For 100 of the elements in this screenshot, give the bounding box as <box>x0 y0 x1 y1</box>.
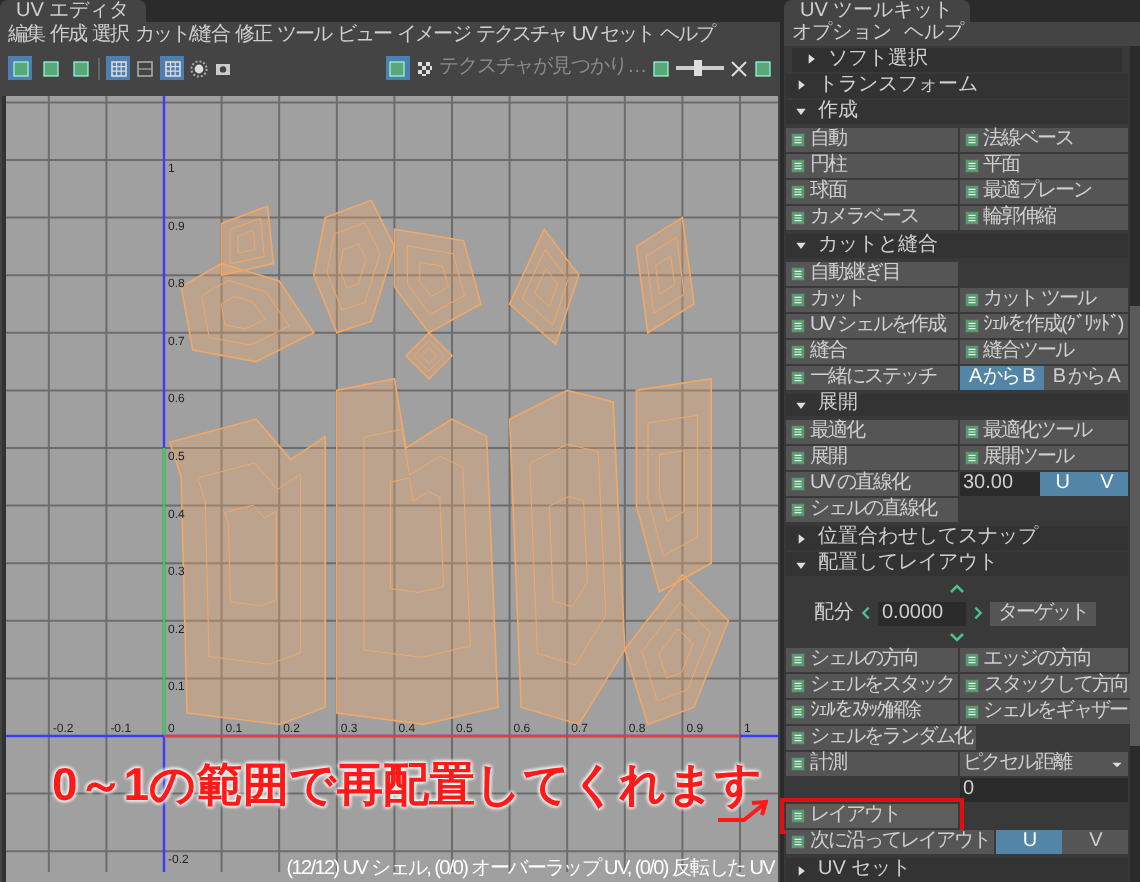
tool-button[interactable]: シェルの直線化 <box>786 498 957 523</box>
menu-item[interactable]: 選択 <box>92 24 129 48</box>
tool-button[interactable]: 円柱 <box>786 153 957 178</box>
menu-item[interactable]: 作成 <box>50 24 87 48</box>
tool-button[interactable]: 球面 <box>786 179 957 204</box>
menu-item[interactable]: 修正 <box>234 24 271 48</box>
section-header[interactable]: カットと縫合 <box>786 233 1128 257</box>
tool-icon <box>790 652 806 669</box>
tool-icon <box>790 450 806 467</box>
tool-icon <box>963 291 979 307</box>
menu-item[interactable]: ヘルプ <box>904 22 964 44</box>
menu-item[interactable]: ビュー <box>337 24 392 48</box>
toggle-button[interactable]: V <box>1062 830 1128 855</box>
left-chevron-icon <box>858 604 874 623</box>
toggle-button[interactable]: B から A <box>1043 365 1128 389</box>
tool-button[interactable]: UV の直線化 <box>786 472 957 497</box>
tool-button[interactable]: ｼｪﾙを作成(ｸﾞﾘｯﾄﾞ) <box>959 313 1128 337</box>
menu-item[interactable]: テクスチャ <box>475 24 567 48</box>
checker-icon <box>415 59 434 77</box>
tool-button[interactable]: 計測 <box>786 752 957 777</box>
window-tab[interactable]: UV ツールキット <box>784 0 970 22</box>
menu-item[interactable]: オプション <box>792 22 892 44</box>
tool-icon <box>964 678 980 695</box>
target-button[interactable]: ターゲット <box>990 601 1096 626</box>
toggle-button[interactable]: U <box>1039 472 1084 497</box>
tool-button[interactable]: 法線ベース <box>959 127 1128 152</box>
menu-item[interactable]: イメージ <box>397 24 470 48</box>
tool-icon <box>963 704 979 721</box>
tool-icon <box>963 450 979 467</box>
tool-icon <box>790 730 806 747</box>
status-text: (12/12) UV シェル, (0/0) オーバーラップ UV, (0/0) 反転した UV <box>286 860 774 880</box>
tool-button[interactable]: スタックして方向 <box>960 674 1132 699</box>
tool-button[interactable]: 縫合 <box>786 339 957 363</box>
toolbar-button[interactable] <box>106 56 130 80</box>
input-field[interactable]: 0 <box>959 778 1128 803</box>
tool-icon <box>790 369 806 385</box>
tool-button[interactable]: 次に沿ってレイアウト <box>786 830 994 855</box>
tool-icon <box>790 678 806 695</box>
tool-icon <box>963 209 979 226</box>
toolbar-button[interactable] <box>8 56 32 80</box>
toolbar-button[interactable] <box>385 56 410 80</box>
grid-icon <box>109 59 127 77</box>
panel-icon <box>136 59 154 77</box>
tool-button[interactable]: UV シェルを作成 <box>786 313 957 337</box>
section-header[interactable]: 配置してレイアウト <box>786 552 1128 577</box>
tool-button[interactable]: 輪郭伸縮 <box>959 205 1128 230</box>
tool-button[interactable]: シェルをスタック <box>786 674 958 699</box>
section-header[interactable]: 位置合わせしてスナップ <box>786 526 1128 551</box>
tool-button[interactable]: 平面 <box>959 153 1128 178</box>
tool-button[interactable]: エッジの方向 <box>959 648 1128 673</box>
menu-item[interactable]: ヘルプ <box>659 24 715 48</box>
section-header[interactable]: トランスフォーム <box>786 73 1128 98</box>
tool-button[interactable]: 縫合ツール <box>959 339 1128 363</box>
menu-item[interactable]: ツール <box>276 24 332 48</box>
slider[interactable] <box>676 60 724 76</box>
tool-button[interactable]: シェルをランダム化 <box>786 726 976 751</box>
section-header[interactable]: 展開 <box>786 393 1128 417</box>
tool-button[interactable]: カメラベース <box>786 205 957 230</box>
tool-button[interactable]: 展開 <box>786 446 957 471</box>
tool-icon <box>790 476 806 493</box>
tool-button[interactable]: 最適プレーン <box>959 179 1128 204</box>
input-field[interactable]: 0.0000 <box>878 601 966 626</box>
tool-button[interactable]: ｼｪﾙをｽﾀｯｸ解除 <box>786 700 957 725</box>
section-header[interactable]: UV セット <box>786 858 1128 882</box>
menu-item[interactable]: 編集 <box>8 24 45 48</box>
tool-icon <box>790 265 806 281</box>
tool-icon <box>963 157 979 174</box>
expanded-triangle-icon <box>794 397 808 412</box>
tool-icon <box>963 424 979 441</box>
section-header[interactable]: ソフト選択 <box>792 48 1122 72</box>
tool-icon <box>790 756 806 773</box>
toggle-button[interactable]: U <box>996 830 1062 855</box>
menu-item[interactable]: カット/縫合 <box>134 24 229 48</box>
toolbar-button[interactable] <box>38 56 62 80</box>
tool-button[interactable]: 最適化 <box>786 420 957 445</box>
down-chevron-icon <box>948 628 966 647</box>
tool-button[interactable]: カット ツール <box>959 287 1128 311</box>
grid-icon <box>163 59 181 77</box>
tool-button[interactable]: シェルをギャザー <box>959 700 1131 725</box>
tool-button[interactable]: 自動 <box>786 127 957 152</box>
tool-button[interactable]: 最適化ツール <box>959 420 1128 445</box>
toggle-button[interactable]: V <box>1083 472 1128 497</box>
tool-button[interactable]: カット <box>786 287 957 311</box>
tool-button[interactable]: 展開ツール <box>959 446 1128 471</box>
section-header[interactable]: 作成 <box>786 99 1128 124</box>
toggle-button[interactable]: A から B <box>959 365 1044 389</box>
tool-icon <box>963 183 979 200</box>
texture-field[interactable]: テクスチャが見つかり… <box>439 56 646 80</box>
scrollbar[interactable] <box>1130 46 1140 882</box>
tool-button[interactable]: レイアウト <box>786 804 957 829</box>
tool-button[interactable]: 一緒にステッチ <box>786 365 957 389</box>
input-field[interactable]: 30.00 <box>959 472 1040 497</box>
window-tab[interactable]: UV エディタ <box>0 0 146 22</box>
menu-item[interactable]: UV セット <box>572 24 654 48</box>
toolbar-button[interactable] <box>160 56 184 80</box>
tool-button[interactable]: シェルの方向 <box>786 648 957 673</box>
right-chevron-icon <box>970 604 986 623</box>
toolbar-button[interactable] <box>68 56 92 80</box>
tool-button[interactable]: 自動継ぎ目 <box>786 261 957 285</box>
dropdown[interactable]: ピクセル距離 <box>959 752 1128 777</box>
